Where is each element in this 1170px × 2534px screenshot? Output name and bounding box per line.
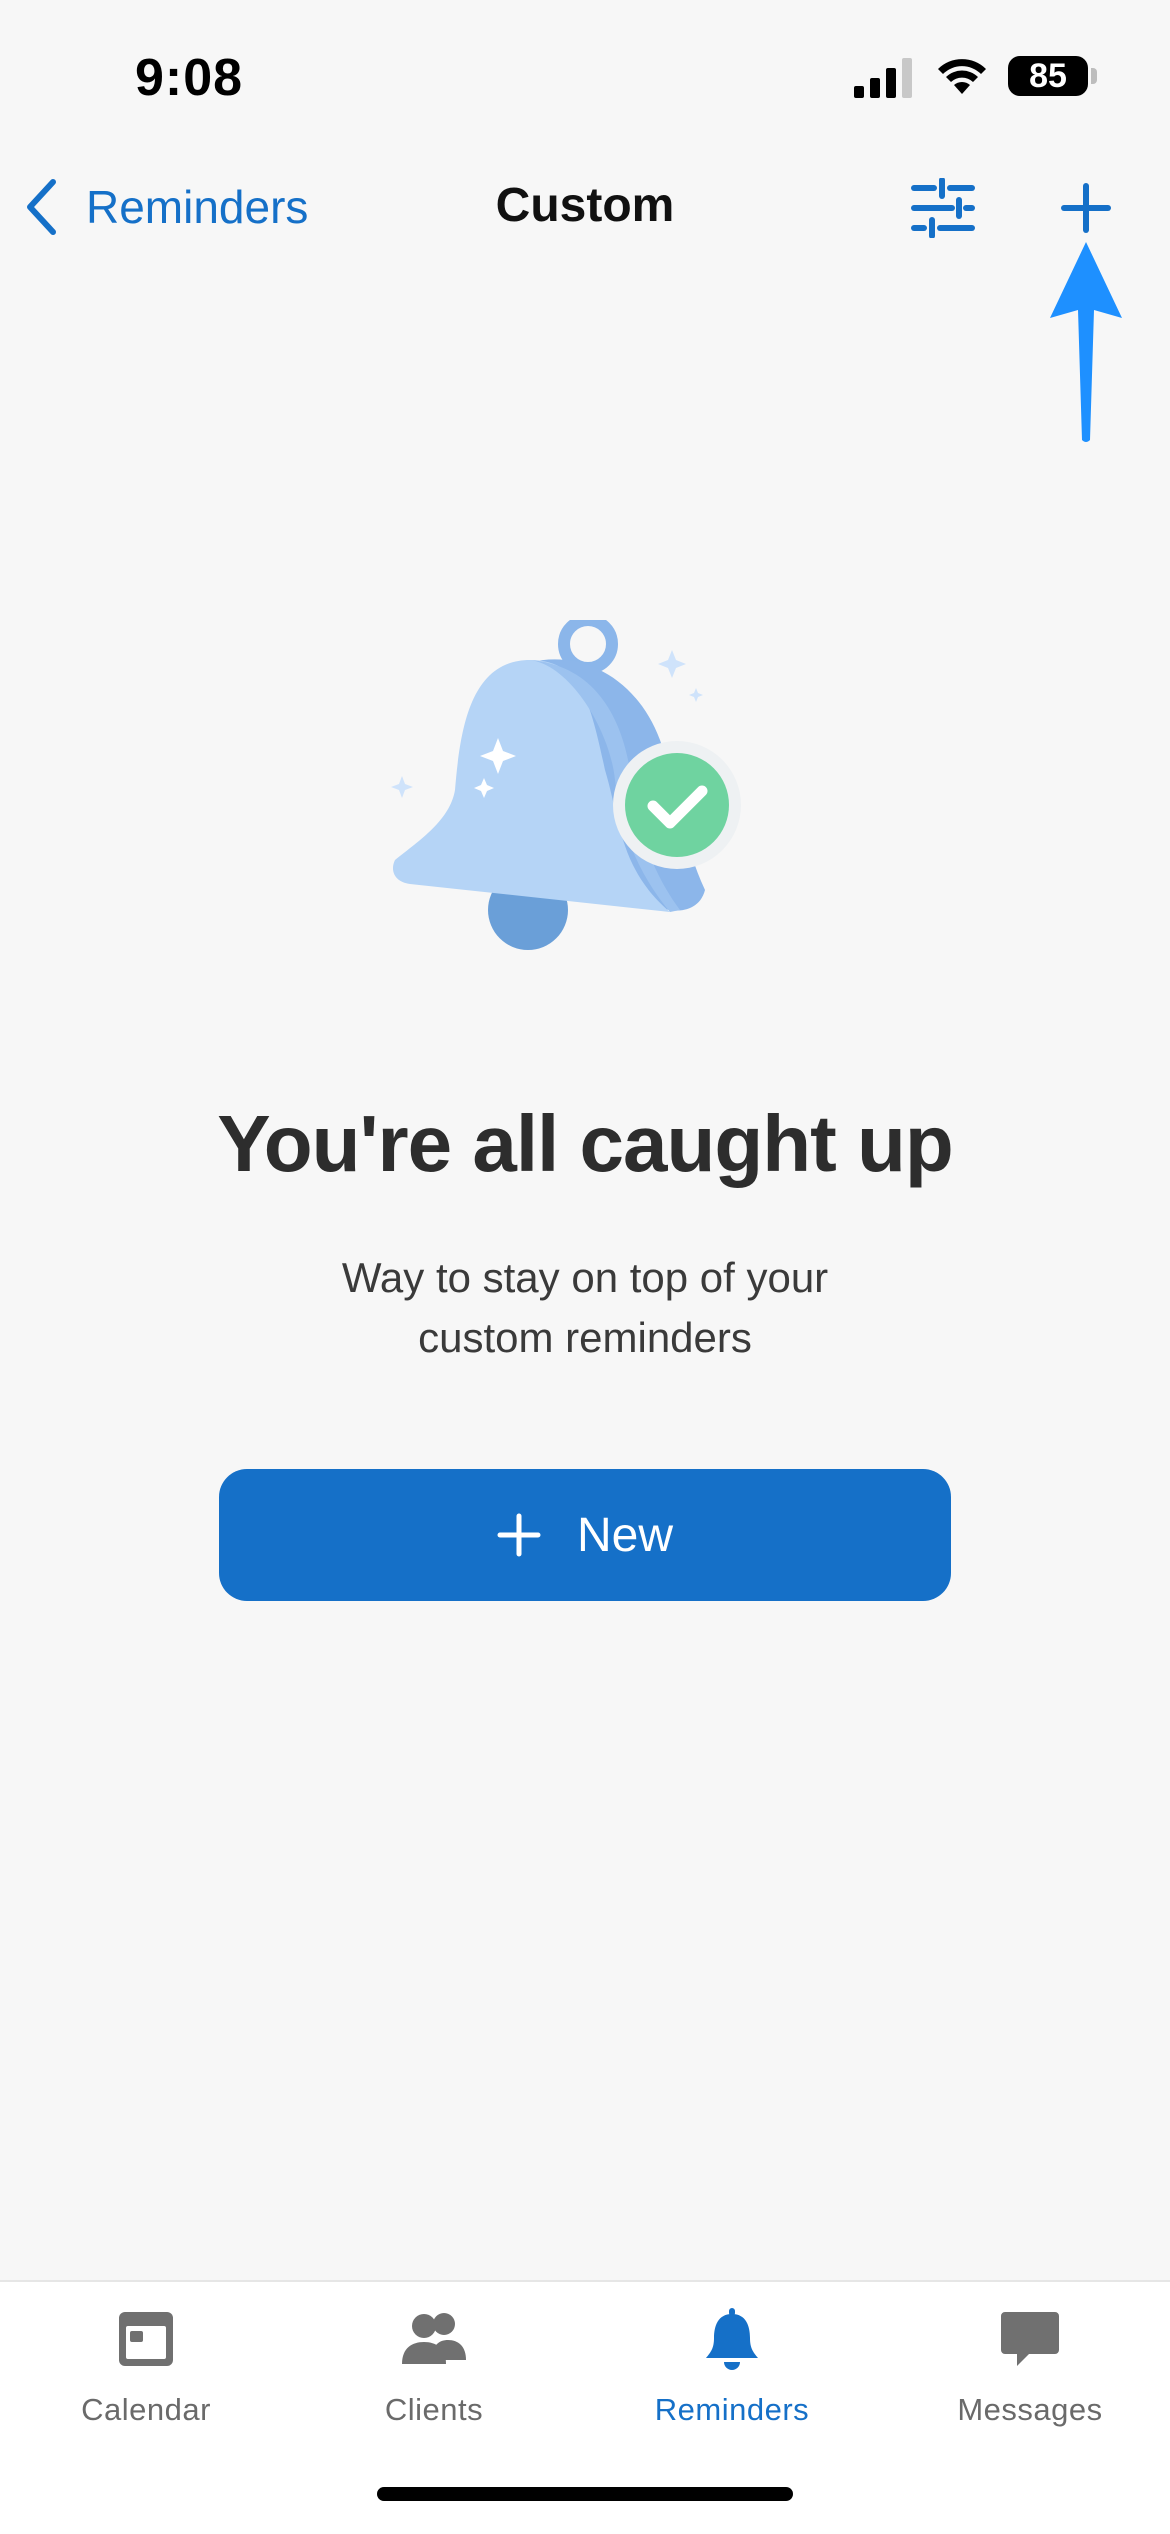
battery-icon: 85 [1008, 56, 1088, 96]
new-reminder-button[interactable]: New [219, 1469, 951, 1601]
signal-icon [854, 58, 912, 98]
status-bar: 9:08 85 [0, 0, 1170, 150]
tab-messages[interactable]: Messages [884, 2304, 1170, 2454]
new-button-label: New [576, 1508, 674, 1562]
plus-icon [1061, 183, 1111, 233]
tab-calendar[interactable]: Calendar [0, 2304, 292, 2454]
battery-nub [1091, 68, 1097, 84]
tab-clients[interactable]: Clients [288, 2304, 580, 2454]
home-indicator [377, 2487, 793, 2501]
back-button-label: Reminders [86, 181, 309, 233]
page-title: Custom [495, 179, 675, 232]
status-time: 9:08 [135, 49, 244, 107]
filter-sliders-icon [911, 177, 975, 239]
filter-button[interactable] [910, 177, 976, 239]
wifi-icon [938, 59, 986, 94]
annotation-arrow-icon [1050, 242, 1122, 442]
tab-label: Clients [384, 2392, 484, 2427]
empty-state-title: You're all caught up [217, 1099, 953, 1188]
tab-reminders[interactable]: Reminders [586, 2304, 878, 2454]
plus-icon [497, 1513, 541, 1557]
back-button[interactable]: Reminders [24, 172, 308, 242]
clients-icon [402, 2313, 466, 2364]
empty-state-subtitle-line: custom reminders [418, 1314, 752, 1361]
calendar-icon [119, 2312, 173, 2366]
message-icon [1001, 2312, 1059, 2366]
tab-label: Calendar [81, 2392, 211, 2427]
empty-state-subtitle-line: Way to stay on top of your [341, 1254, 829, 1301]
chevron-left-icon [27, 179, 56, 235]
tab-label: Reminders [654, 2392, 810, 2427]
empty-state-subtitle: Way to stay on top of your custom remind… [285, 1248, 885, 1368]
add-reminder-button[interactable] [1058, 180, 1114, 236]
bell-icon [706, 2308, 758, 2370]
tab-label: Messages [957, 2392, 1103, 2427]
bell-check-illustration [391, 620, 741, 950]
